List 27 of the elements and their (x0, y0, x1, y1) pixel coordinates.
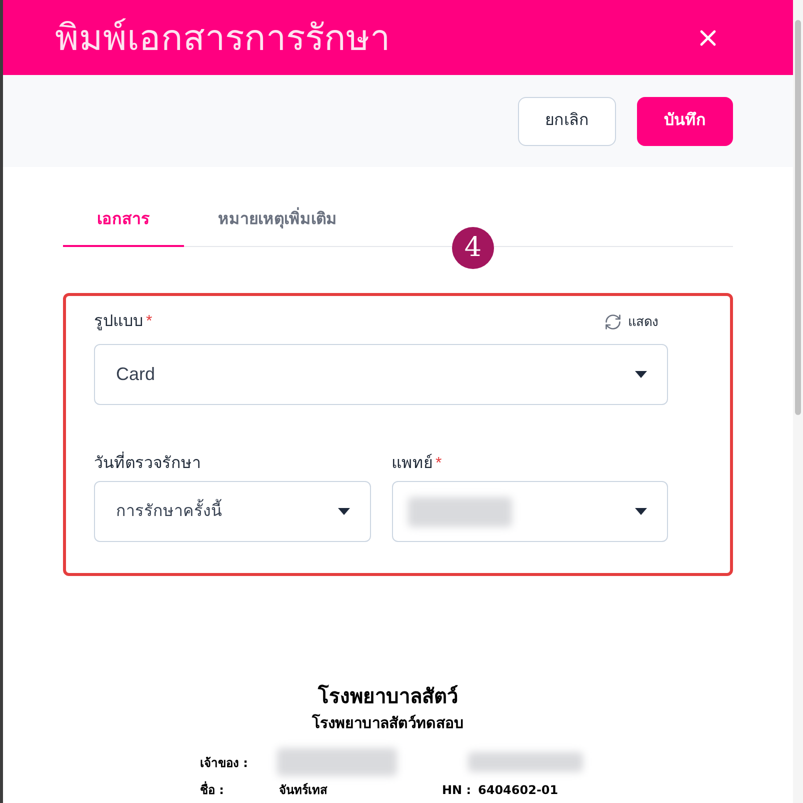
select-field[interactable]: Card (94, 344, 668, 405)
select-field[interactable] (392, 481, 668, 542)
cancel-button[interactable]: ยกเลิก (518, 96, 616, 146)
caret-icon (635, 508, 647, 515)
caret-icon (635, 371, 647, 378)
required-mark: * (146, 312, 152, 332)
document-title: โรงพยาบาลสัตว์ (318, 683, 458, 710)
dialog-title: พิมพ์เอกสารการรักษา (55, 20, 390, 56)
field-value: 6404602-01 (478, 782, 558, 796)
refresh-icon (604, 313, 622, 331)
document-subtitle: โรงพยาบาลสัตว์ทดสอบ (312, 713, 464, 734)
select-field[interactable]: การรักษาครั้งนี้ (94, 481, 370, 542)
caret-icon (338, 508, 350, 515)
required-mark: * (436, 454, 442, 474)
scrollbar-thumb[interactable] (795, 20, 801, 415)
refresh-button[interactable]: แสดง (604, 312, 658, 332)
field-label: ชื่อ : (200, 782, 224, 796)
field-label: เจ้าของ : (200, 756, 248, 770)
field-label: วันที่ตรวจรักษา (94, 452, 201, 476)
field-value: จันทร์เทส (279, 782, 327, 796)
step-badge: 4 (452, 227, 494, 269)
save-button[interactable]: บันทึก (637, 96, 733, 146)
field-label: รูปแบบ (94, 312, 143, 332)
field-label: HN : (442, 782, 472, 796)
tab[interactable]: หมายเหตุเพิ่มเติม (184, 195, 371, 247)
tab[interactable]: เอกสาร (63, 195, 184, 247)
field-label: แพทย์ (392, 452, 432, 474)
